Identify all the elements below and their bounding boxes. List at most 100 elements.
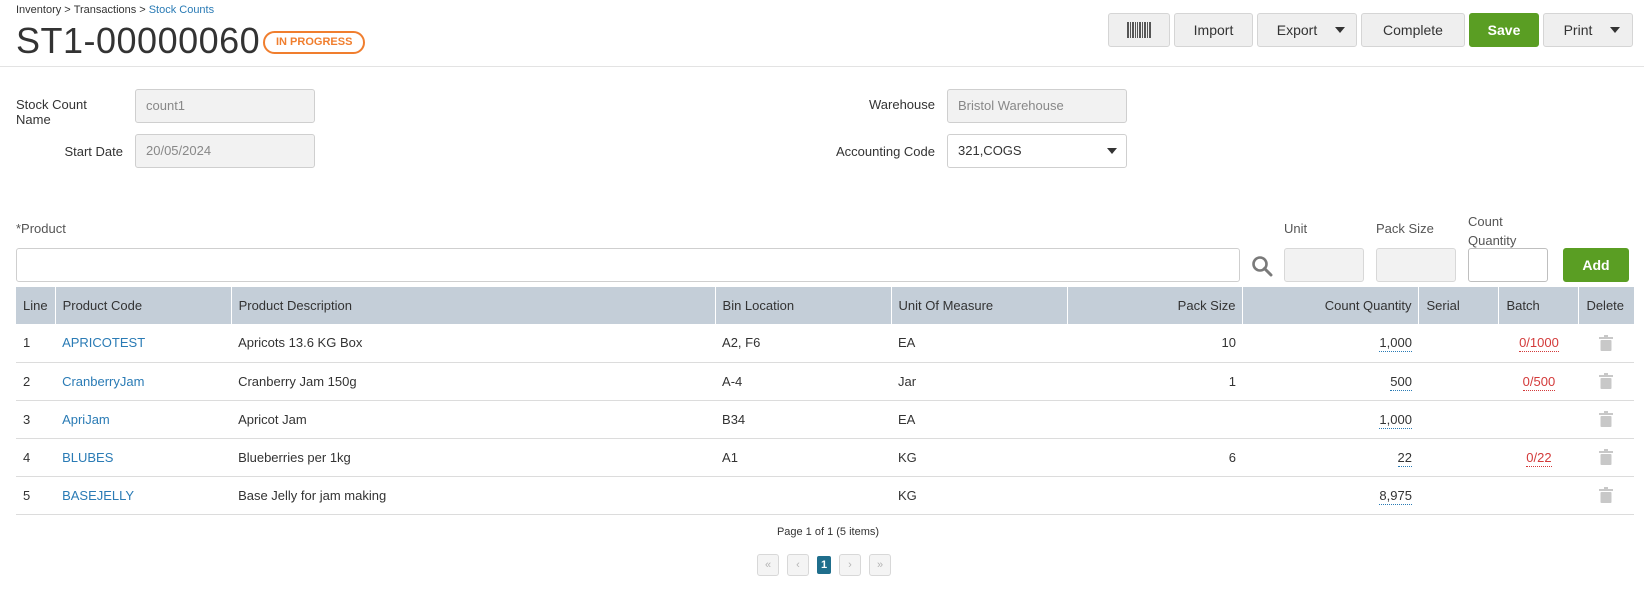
export-button[interactable]: Export xyxy=(1257,13,1357,47)
trash-icon[interactable] xyxy=(1599,487,1614,504)
unit-of-measure: EA xyxy=(891,400,1067,439)
batch-link[interactable]: 0/22 xyxy=(1526,449,1552,467)
accounting-code-value: 321,COGS xyxy=(958,143,1022,158)
column-header-unit-of-measure[interactable]: Unit Of Measure xyxy=(890,287,1067,324)
accounting-code-label: Accounting Code xyxy=(835,144,935,159)
count-quantity-editable[interactable]: 22 xyxy=(1397,449,1412,467)
column-header-bin-location[interactable]: Bin Location xyxy=(714,287,892,324)
breadcrumb-inventory[interactable]: Inventory xyxy=(16,4,61,16)
line-number: 4 xyxy=(16,438,56,477)
warehouse-field[interactable]: Bristol Warehouse xyxy=(947,89,1127,123)
bin-location: A1 xyxy=(715,438,892,477)
serial xyxy=(1418,362,1499,401)
unit-of-measure: KG xyxy=(891,438,1067,477)
add-button[interactable]: Add xyxy=(1563,248,1629,282)
batch-link[interactable]: 0/500 xyxy=(1522,373,1556,391)
breadcrumb-transactions[interactable]: Transactions xyxy=(74,4,137,16)
pager: « ‹ 1 › » xyxy=(757,554,891,576)
unit-label: Unit xyxy=(1284,221,1308,236)
warehouse-label: Warehouse xyxy=(869,97,935,112)
start-date-field[interactable]: 20/05/2024 xyxy=(135,134,315,168)
table-header-row: Line Product Code Product Description Bi… xyxy=(16,287,1634,324)
table-row: 4 BLUBES Blueberries per 1kg A1 KG 6 22 … xyxy=(16,438,1634,477)
pager-last-button[interactable]: » xyxy=(869,554,891,576)
count-quantity-editable[interactable]: 8,975 xyxy=(1379,487,1412,505)
pack-size: 6 xyxy=(1067,438,1243,477)
line-number: 1 xyxy=(16,324,56,363)
column-header-product-code[interactable]: Product Code xyxy=(54,287,232,324)
product-label: *Product xyxy=(16,221,66,236)
pack-size: 1 xyxy=(1067,362,1243,401)
column-header-line[interactable]: Line xyxy=(16,287,56,324)
batch-link[interactable]: 0/1000 xyxy=(1519,335,1559,353)
save-button[interactable]: Save xyxy=(1469,13,1539,47)
product-input[interactable] xyxy=(16,248,1240,282)
stock-count-name-label: Stock Count Name xyxy=(16,97,87,127)
print-label: Print xyxy=(1563,22,1593,38)
complete-button[interactable]: Complete xyxy=(1361,13,1465,47)
breadcrumb-stock-counts[interactable]: Stock Counts xyxy=(149,4,214,16)
count-quantity-input[interactable] xyxy=(1468,248,1548,282)
bin-location xyxy=(715,476,892,515)
trash-icon[interactable] xyxy=(1599,411,1614,428)
status-badge: IN PROGRESS xyxy=(263,31,366,54)
trash-icon[interactable] xyxy=(1599,335,1614,352)
product-code-link[interactable]: CranberryJam xyxy=(62,374,144,389)
product-description: Base Jelly for jam making xyxy=(231,476,716,515)
bin-location: A2, F6 xyxy=(715,324,892,363)
product-code-link[interactable]: BASEJELLY xyxy=(62,488,134,503)
pager-info: Page 1 of 1 (5 items) xyxy=(776,526,880,538)
serial xyxy=(1418,324,1499,363)
barcode-button[interactable] xyxy=(1108,13,1170,47)
product-code-link[interactable]: ApriJam xyxy=(62,412,110,427)
start-date-label: Start Date xyxy=(64,144,123,159)
column-header-pack-size[interactable]: Pack Size xyxy=(1066,287,1243,324)
table-row: 1 APRICOTEST Apricots 13.6 KG Box A2, F6… xyxy=(16,324,1634,363)
barcode-icon xyxy=(1127,22,1151,38)
column-header-serial[interactable]: Serial xyxy=(1418,287,1499,324)
column-header-batch[interactable]: Batch xyxy=(1498,287,1579,324)
product-description: Cranberry Jam 150g xyxy=(231,362,716,401)
breadcrumb-separator: > xyxy=(139,4,146,16)
search-icon[interactable] xyxy=(1251,255,1273,277)
page-header: Inventory > Transactions > Stock Counts ST1-… xyxy=(0,0,1644,67)
count-quantity-editable[interactable]: 1,000 xyxy=(1379,335,1412,353)
column-header-count-quantity[interactable]: Count Quantity xyxy=(1242,287,1419,324)
unit-of-measure: EA xyxy=(891,324,1067,363)
toolbar: Import Export Complete Save Print xyxy=(1108,13,1633,47)
column-header-product-description[interactable]: Product Description xyxy=(230,287,716,324)
serial xyxy=(1418,476,1499,515)
trash-icon[interactable] xyxy=(1599,449,1614,466)
chevron-down-icon xyxy=(1107,148,1117,154)
trash-icon[interactable] xyxy=(1599,373,1614,390)
unit-of-measure: KG xyxy=(891,476,1067,515)
product-description: Apricots 13.6 KG Box xyxy=(231,324,716,363)
line-number: 3 xyxy=(16,400,56,439)
breadcrumb-separator: > xyxy=(64,4,71,16)
count-quantity-label-line1: Count xyxy=(1468,214,1503,229)
unit-input[interactable] xyxy=(1284,248,1364,282)
table-row: 3 ApriJam Apricot Jam B34 EA 1,000 xyxy=(16,400,1634,439)
unit-of-measure: Jar xyxy=(891,362,1067,401)
bin-location: B34 xyxy=(715,400,892,439)
print-button[interactable]: Print xyxy=(1543,13,1633,47)
pager-next-button[interactable]: › xyxy=(839,554,861,576)
bin-location: A-4 xyxy=(715,362,892,401)
pager-first-button[interactable]: « xyxy=(757,554,779,576)
pack-size-label: Pack Size xyxy=(1376,221,1434,236)
import-button[interactable]: Import xyxy=(1174,13,1253,47)
column-header-delete: Delete xyxy=(1578,287,1634,324)
pack-size xyxy=(1067,400,1243,439)
accounting-code-select[interactable]: 321,COGS xyxy=(947,134,1127,168)
page-title: ST1-00000060 xyxy=(16,20,261,61)
pack-size-input[interactable] xyxy=(1376,248,1456,282)
table-row: 2 CranberryJam Cranberry Jam 150g A-4 Ja… xyxy=(16,362,1634,401)
stock-count-name-field[interactable]: count1 xyxy=(135,89,315,123)
count-quantity-editable[interactable]: 1,000 xyxy=(1379,411,1412,429)
product-code-link[interactable]: BLUBES xyxy=(62,450,113,465)
pager-prev-button[interactable]: ‹ xyxy=(787,554,809,576)
product-description: Apricot Jam xyxy=(231,400,716,439)
count-quantity-editable[interactable]: 500 xyxy=(1390,373,1412,391)
pager-current-page[interactable]: 1 xyxy=(817,556,831,574)
product-code-link[interactable]: APRICOTEST xyxy=(62,335,145,350)
